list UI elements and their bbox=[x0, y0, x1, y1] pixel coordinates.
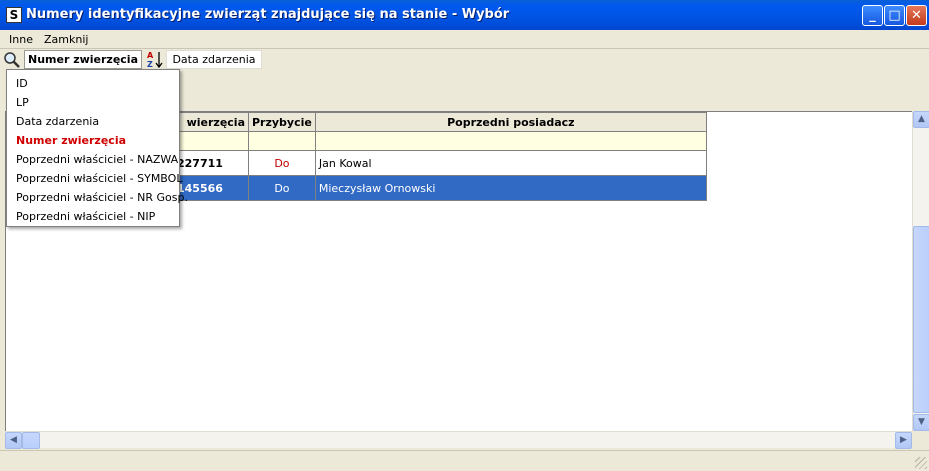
close-button[interactable]: ✕ bbox=[906, 5, 927, 26]
app-icon[interactable]: S bbox=[6, 7, 22, 23]
scroll-right-icon[interactable]: ▶ bbox=[895, 432, 912, 449]
previous-owner-cell[interactable]: Jan Kowal bbox=[314, 150, 707, 176]
sort-icon-letter-bottom: Z bbox=[147, 60, 153, 69]
vertical-scrollbar[interactable]: ▲ ▼ bbox=[912, 111, 929, 431]
sort-field-button[interactable]: Numer zwierzęcia bbox=[24, 50, 142, 69]
column-header-arrival[interactable]: Przybycie bbox=[248, 112, 316, 132]
dropdown-item-owner-nr-gosp[interactable]: Poprzedni właściciel - NR Gosp. bbox=[16, 191, 188, 204]
sort-az-icon[interactable]: A Z bbox=[145, 50, 165, 69]
filter-cell-arrival[interactable] bbox=[248, 131, 316, 151]
title-bar[interactable]: S Numery identyfikacyjne zwierząt znajdu… bbox=[0, 0, 929, 30]
dropdown-item-owner-nip[interactable]: Poprzedni właściciel - NIP bbox=[16, 210, 155, 223]
vertical-scroll-thumb[interactable] bbox=[913, 226, 929, 413]
scroll-left-icon[interactable]: ◀ bbox=[5, 432, 22, 449]
date-field-button[interactable]: Data zdarzenia bbox=[166, 50, 262, 69]
arrival-cell[interactable]: Do bbox=[248, 150, 316, 176]
scroll-corner bbox=[912, 431, 929, 448]
scroll-down-icon[interactable]: ▼ bbox=[913, 414, 929, 431]
dropdown-item-owner-name[interactable]: Poprzedni właściciel - NAZWA bbox=[16, 153, 178, 166]
scroll-up-icon[interactable]: ▲ bbox=[913, 111, 929, 128]
dropdown-item-data-zdarzenia[interactable]: Data zdarzenia bbox=[16, 115, 99, 128]
menu-item-inne[interactable]: Inne bbox=[9, 33, 33, 46]
menu-item-zamknij[interactable]: Zamknij bbox=[44, 33, 88, 46]
window-title: Numery identyfikacyjne zwierząt znajdują… bbox=[26, 7, 510, 22]
dropdown-item-id[interactable]: ID bbox=[16, 77, 28, 90]
filter-cell-owner[interactable] bbox=[314, 131, 707, 151]
menu-bar: Inne Zamknij bbox=[0, 30, 929, 49]
toolbar: Numer zwierzęcia A Z Data zdarzenia bbox=[0, 49, 929, 70]
horizontal-scrollbar[interactable]: ◀ ▶ bbox=[5, 431, 912, 449]
horizontal-scroll-thumb[interactable] bbox=[22, 432, 40, 449]
sort-field-dropdown: ID LP Data zdarzenia Numer zwierzęcia Po… bbox=[6, 69, 188, 227]
search-icon[interactable] bbox=[3, 51, 21, 68]
dropdown-item-owner-symbol[interactable]: Poprzedni właściciel - SYMBOL bbox=[16, 172, 182, 185]
minimize-button[interactable]: _ bbox=[862, 5, 883, 26]
resize-grip-icon[interactable] bbox=[915, 457, 927, 469]
arrival-cell[interactable]: Do bbox=[248, 175, 316, 201]
dropdown-item-numer-zwierzecia[interactable]: Numer zwierzęcia bbox=[16, 134, 126, 147]
maximize-button[interactable]: □ bbox=[884, 5, 905, 26]
dropdown-item-lp[interactable]: LP bbox=[16, 96, 29, 109]
sort-icon-letter-top: A bbox=[147, 51, 154, 60]
app-window: S Numery identyfikacyjne zwierząt znajdu… bbox=[0, 0, 929, 471]
status-bar bbox=[0, 450, 929, 471]
column-header-owner[interactable]: Poprzedni posiadacz bbox=[314, 112, 707, 132]
previous-owner-cell[interactable]: Mieczysław Ornowski bbox=[314, 175, 707, 201]
